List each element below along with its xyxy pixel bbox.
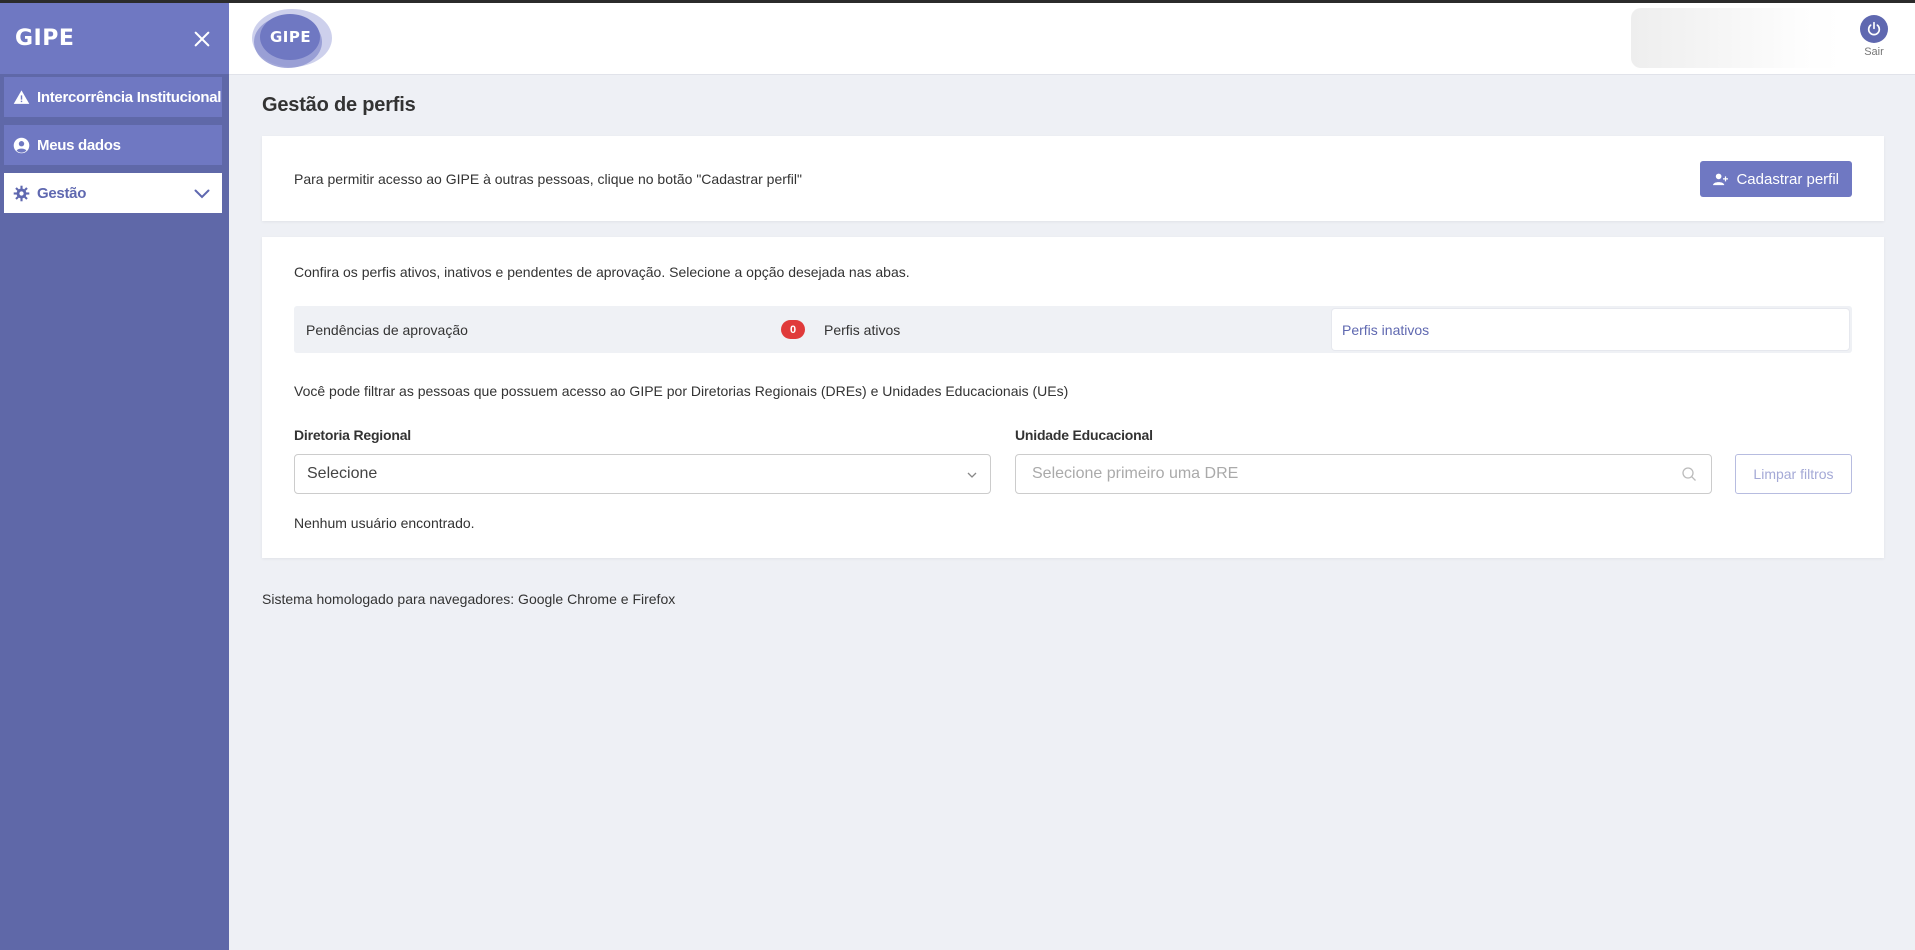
dre-label: Diretoria Regional xyxy=(294,427,411,443)
tab-label: Perfis ativos xyxy=(824,321,901,338)
warning-icon xyxy=(13,89,30,106)
tab-pending-approval[interactable]: Pendências de aprovação xyxy=(306,306,806,353)
close-icon[interactable] xyxy=(191,28,213,50)
user-circle-icon xyxy=(13,137,30,154)
search-icon xyxy=(1681,466,1697,487)
tab-inactive-profiles[interactable]: Perfis inativos xyxy=(1332,309,1849,350)
empty-state-message: Nenhum usuário encontrado. xyxy=(294,515,475,531)
tab-label: Perfis inativos xyxy=(1342,321,1430,338)
sidebar: GIPE Intercorrência Institucional Meus d… xyxy=(0,3,229,950)
logout-button[interactable]: Sair xyxy=(1854,15,1894,58)
sidebar-item-label: Gestão xyxy=(37,184,87,202)
sidebar-item-meus-dados[interactable]: Meus dados xyxy=(4,125,222,165)
logout-label: Sair xyxy=(1864,46,1884,58)
pending-count-badge: 0 xyxy=(781,320,805,339)
gear-icon xyxy=(13,185,30,202)
chevron-down-icon[interactable] xyxy=(194,186,210,203)
tab-label: Pendências de aprovação xyxy=(306,321,468,338)
ue-search-input[interactable]: Selecione primeiro uma DRE xyxy=(1015,454,1712,494)
register-profile-label: Cadastrar perfil xyxy=(1736,170,1839,188)
header-logo-text: GIPE xyxy=(270,28,312,46)
profiles-card: Confira os perfis ativos, inativos e pen… xyxy=(262,237,1884,558)
window-top-border xyxy=(0,0,1915,3)
sidebar-header: GIPE xyxy=(0,3,229,74)
ue-label: Unidade Educacional xyxy=(1015,427,1153,443)
profile-tabs: Pendências de aprovação 0 Perfis ativos … xyxy=(294,306,1852,353)
register-profile-button[interactable]: Cadastrar perfil xyxy=(1700,161,1852,197)
browser-support-note: Sistema homologado para navegadores: Goo… xyxy=(262,591,676,607)
top-header: GIPE Sair xyxy=(229,3,1915,75)
profiles-intro-text: Confira os perfis ativos, inativos e pen… xyxy=(294,264,910,280)
sidebar-item-label: Meus dados xyxy=(37,136,121,154)
sidebar-item-intercorrencia[interactable]: Intercorrência Institucional xyxy=(4,77,222,117)
filter-description: Você pode filtrar as pessoas que possuem… xyxy=(294,383,1069,399)
clear-filters-button[interactable]: Limpar filtros xyxy=(1735,454,1852,494)
sidebar-item-label: Intercorrência Institucional xyxy=(37,88,222,106)
power-icon xyxy=(1860,15,1888,43)
chevron-down-icon xyxy=(966,468,978,486)
register-card: Para permitir acesso ao GIPE à outras pe… xyxy=(262,136,1884,221)
user-plus-icon xyxy=(1713,173,1736,186)
ue-placeholder: Selecione primeiro uma DRE xyxy=(1032,465,1239,482)
user-info xyxy=(1631,8,1841,68)
dre-select[interactable]: Selecione xyxy=(294,454,991,494)
tab-active-profiles[interactable]: Perfis ativos xyxy=(824,306,1324,353)
page-title: Gestão de perfis xyxy=(262,94,416,116)
sidebar-item-gestao[interactable]: Gestão xyxy=(4,173,222,213)
sidebar-logo: GIPE xyxy=(15,26,75,51)
dre-selected-value: Selecione xyxy=(307,465,378,482)
register-info-text: Para permitir acesso ao GIPE à outras pe… xyxy=(294,171,802,187)
